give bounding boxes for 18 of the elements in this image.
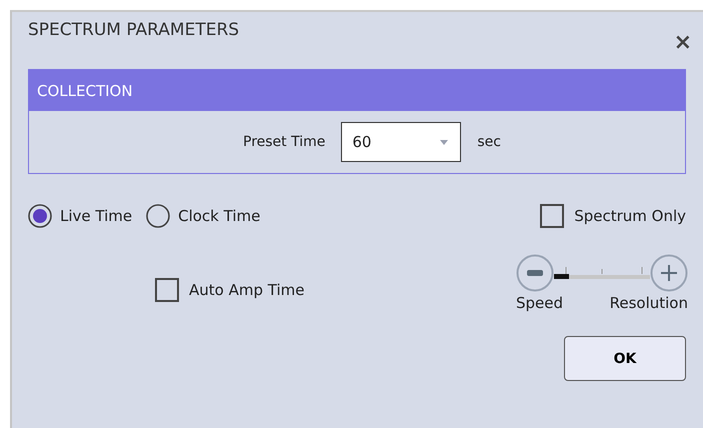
plus-icon[interactable] [650,254,688,292]
close-button[interactable]: × [674,30,692,55]
panel-header: COLLECTION [29,70,685,111]
radio-option[interactable]: Clock Time [146,204,260,228]
window-title: SPECTRUM PARAMETERS [28,20,240,40]
slider-label: Speed [516,294,564,312]
preset-time-dropdown[interactable]: 60 [341,122,462,162]
ok-button[interactable]: OK [564,336,686,381]
slider-track[interactable] [554,265,650,281]
slider-thumb[interactable] [554,274,569,279]
minus-icon[interactable] [516,254,554,292]
checkbox-option[interactable]: Auto Amp Time [155,278,304,302]
field-label: Preset Time [243,134,326,150]
radio-option[interactable]: Live Time [28,204,132,228]
slider-label: Resolution [610,294,688,312]
unit-label: sec [477,134,501,150]
checkbox-option[interactable]: Spectrum Only [540,204,686,228]
dropdown-arrow-icon [440,140,448,144]
